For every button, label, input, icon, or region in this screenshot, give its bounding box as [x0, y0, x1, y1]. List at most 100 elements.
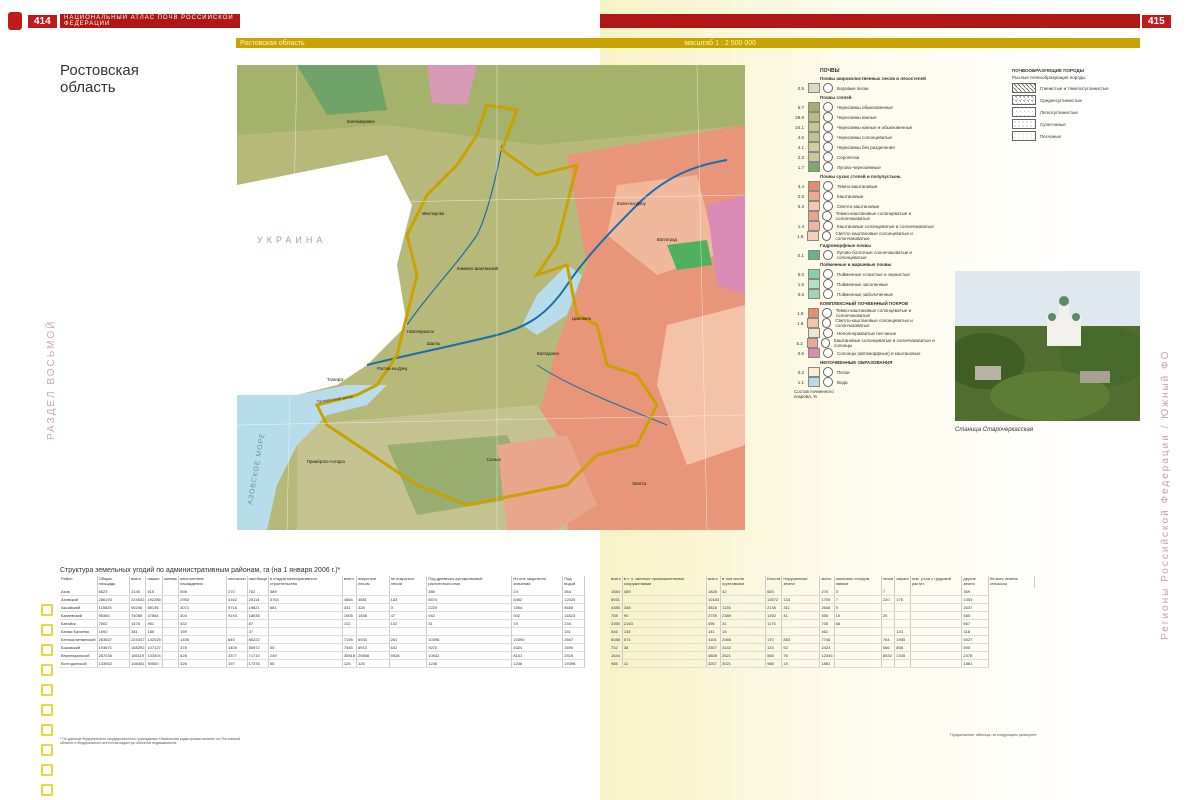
city-label: Примо́рско-Ахтарск: [307, 459, 345, 464]
legend-label: Черноземы обыкновенные: [837, 104, 893, 110]
table-cell: [834, 635, 882, 644]
legend-label: Боровые пески: [837, 85, 869, 91]
table-cell: [162, 651, 180, 660]
table-cell: [389, 659, 428, 668]
legend-swatch: [807, 231, 819, 241]
parent-rock-label: Глинистые и тяжелосуглинистые: [1040, 85, 1109, 91]
table-cell: 369: [961, 588, 989, 596]
table-header-cell: Из них защитного значения: [511, 576, 564, 588]
table-cell: [342, 588, 358, 596]
table-cell: 134: [781, 595, 821, 604]
table-header-cell: всего: [706, 576, 722, 588]
table-cell: 311: [781, 603, 821, 612]
table-cell: [894, 619, 911, 628]
table-cell: 2953: [178, 595, 228, 604]
table-header-cell: всего: [342, 576, 358, 588]
city-label: Каменск-Шахтинский: [457, 266, 499, 271]
continuation-note: Продолжение таблицы на следующем разворо…: [950, 733, 1037, 737]
legend-swatch: [808, 348, 820, 358]
table-header-cell: Район: [60, 576, 98, 588]
table-cell: 11: [622, 659, 707, 668]
page-title: Ростовская область: [60, 62, 139, 96]
table-cell: 632: [389, 643, 428, 652]
table-cell: 1644: [610, 651, 623, 660]
legend-label: Пески: [837, 369, 850, 375]
soil-map[interactable]: УКРАИНА АЗОВСКОЕ МОРЕ Таганрогский залив…: [236, 64, 746, 531]
table-cell: 7746: [819, 635, 835, 644]
table-cell: 942: [426, 611, 513, 620]
table-cell: [162, 603, 180, 612]
table-cell: 286193: [97, 595, 131, 604]
table-header-cell: в стадии мелиоративного строительства: [268, 576, 343, 588]
table-cell: [765, 627, 783, 636]
table-cell: [881, 627, 896, 636]
legend-label: Лугово-болотные солончаковатые и солонце…: [836, 250, 912, 260]
table-cell: 3818: [706, 603, 722, 612]
legend-percent: 5.2: [796, 340, 803, 346]
legend-swatch: [807, 211, 820, 221]
city-label: Таганрог: [327, 377, 344, 382]
parent-rock-head: ПОЧВООБРАЗУЮЩИЕ ПОРОДЫ: [1012, 68, 1085, 73]
table-cell: 1881: [961, 659, 989, 668]
table-cell: [910, 588, 963, 596]
legend-group-head: Гидроморфные почвы: [820, 243, 872, 248]
parent-rock-item: Среднесуглинистые: [1012, 94, 1122, 106]
city-label: Волгоград: [657, 237, 677, 242]
legend-swatch: [808, 181, 820, 191]
table-cell: 1828: [706, 588, 722, 596]
table-header-cell: пашня: [145, 576, 163, 588]
table-cell: 249: [268, 651, 343, 660]
parent-rock-item: Песчаные: [1012, 130, 1122, 142]
table-cell: 35: [268, 643, 343, 652]
table-cell: 326: [178, 659, 228, 668]
parent-rock-subhead: Рыхлые почвообразующие породы: [1012, 75, 1086, 80]
table-cell: 7195: [342, 635, 358, 644]
scale-label: масштаб 1 : 2 500 000: [684, 39, 756, 47]
table-cell: 2507: [706, 643, 722, 652]
legend-item: Темно-каштановые солонцеватые и солончак…: [792, 211, 942, 221]
table-cell: 555: [819, 611, 835, 620]
table-header-cell: Общая площадь: [97, 576, 131, 588]
table-cell: 951: [145, 619, 163, 628]
running-title-left: НАЦИОНАЛЬНЫЙ АТЛАС ПОЧВ РОССИЙСКОЙ ФЕДЕР…: [60, 14, 240, 28]
legend-symbol: [823, 367, 833, 377]
table-cell: [162, 643, 180, 652]
table-header-cell: пески: [881, 576, 896, 588]
table-cell: 681: [268, 603, 343, 612]
table-cell: 2516: [562, 651, 585, 660]
legend-percent: 2.2: [797, 154, 804, 160]
legend-symbol: [822, 211, 832, 221]
legend-label: Темно-каштановые солонцеватые и солончак…: [835, 308, 912, 318]
legend-percent: 1.7: [797, 164, 804, 170]
table-cell: 10390: [511, 635, 564, 644]
parent-rock-label: Песчаные: [1040, 133, 1062, 139]
legend-percent: 1.9: [797, 310, 804, 316]
table-cell: 185119: [129, 651, 147, 660]
table-row: 985 11 3257 3021 988 15 1881 1881: [610, 659, 1035, 668]
table-cell: 10183: [706, 595, 722, 604]
table-cell: 143: [894, 627, 911, 636]
table-cell: 183: [389, 595, 428, 604]
legend-percent: 5.7: [797, 104, 804, 110]
legend-label: Каштановые солонцеватые и солончаковатые: [837, 223, 934, 229]
table-cell: [356, 619, 390, 628]
legend-percent: 24.1: [795, 124, 804, 130]
table-cell: 328: [356, 603, 390, 612]
table-cell: [881, 603, 896, 612]
table-cell: 47: [389, 611, 428, 620]
table-cell: 708: [610, 611, 623, 620]
table-cell: 95360: [97, 611, 131, 620]
table-cell: [881, 659, 896, 668]
table-cell: 5027: [961, 635, 989, 644]
table-cell: [426, 627, 513, 636]
city-label: Новочеркасск: [407, 329, 434, 334]
parent-rock-label: Среднесуглинистые: [1040, 97, 1082, 103]
table-cell: Азовский: [60, 595, 98, 604]
legend-title: ПОЧВЫ: [820, 68, 840, 74]
table-row: Багаевский 95360 74085 47564 303 9193 18035 150…: [60, 611, 585, 620]
table-cell: 90: [622, 611, 707, 620]
legend-symbol: [823, 162, 833, 172]
legend-swatch: [808, 279, 820, 289]
table-cell: [162, 619, 180, 628]
table-cell: 2146: [765, 603, 783, 612]
